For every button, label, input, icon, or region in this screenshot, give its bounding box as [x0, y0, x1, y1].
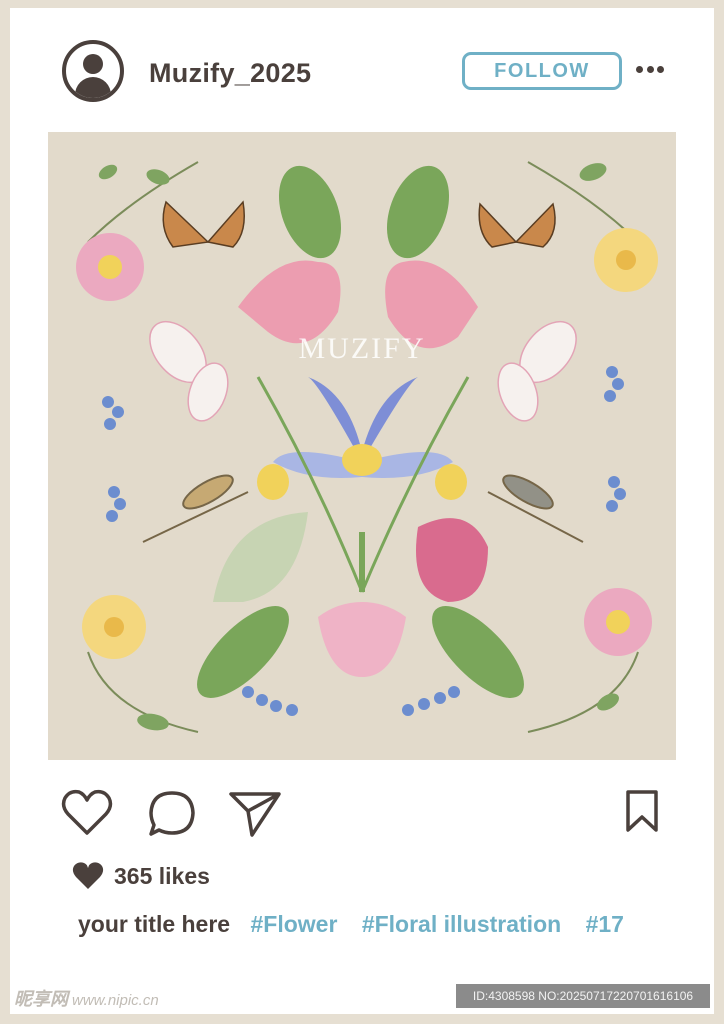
- heart-outline-icon[interactable]: [61, 789, 113, 837]
- site-url: www.nipic.cn: [72, 992, 159, 1009]
- username[interactable]: Muzify_2025: [149, 58, 311, 89]
- comment-bubble-icon[interactable]: [147, 789, 197, 839]
- post-image[interactable]: MUZIFY: [48, 132, 676, 760]
- follow-button[interactable]: FOLLOW: [462, 52, 622, 90]
- user-avatar-icon[interactable]: [62, 40, 124, 102]
- site-name: 昵享网: [14, 989, 68, 1009]
- hashtag-floral-illustration[interactable]: #Floral illustration: [362, 911, 561, 937]
- post-card: Muzify_2025 FOLLOW MUZIFY 365 likes your…: [10, 8, 714, 1014]
- caption-title: your title here: [78, 911, 231, 937]
- rose-top-left: [76, 233, 144, 301]
- image-watermark: MUZIFY: [298, 332, 426, 365]
- heart-filled-icon: [72, 862, 104, 889]
- floral-illustration: [76, 161, 658, 733]
- image-id-bar: ID:4308598 NO:20250717220701616106: [456, 984, 710, 1008]
- site-watermark: 昵享网 www.nipic.cn: [14, 985, 159, 1011]
- rose-bottom-right: [584, 588, 652, 656]
- hashtag-flower[interactable]: #Flower: [251, 911, 338, 937]
- likes-row: 365 likes: [72, 861, 210, 891]
- hashtag-17[interactable]: #17: [586, 911, 624, 937]
- likes-count[interactable]: 365 likes: [114, 863, 210, 890]
- caption: your title here #Flower #Floral illustra…: [78, 911, 642, 938]
- bookmark-icon[interactable]: [624, 789, 660, 833]
- more-dots-icon[interactable]: [636, 66, 664, 74]
- paper-plane-icon[interactable]: [228, 789, 282, 839]
